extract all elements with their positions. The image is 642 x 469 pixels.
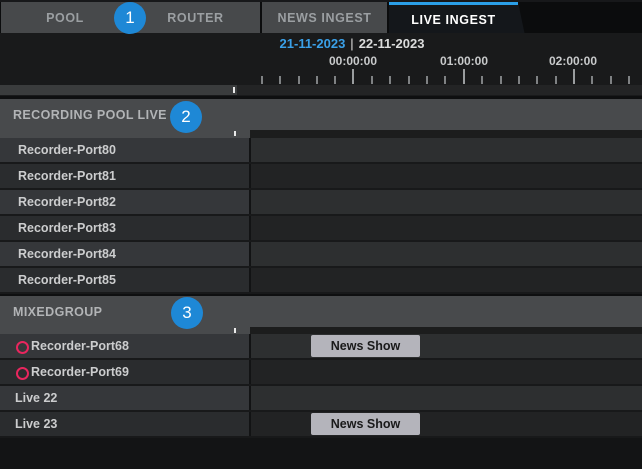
timeline-lane [251, 138, 642, 162]
group1-strip-track [250, 130, 642, 138]
timeline-lane [251, 190, 642, 214]
table-row: Recorder-Port80 [0, 138, 642, 164]
recorder-port85-cell[interactable]: Recorder-Port85 [0, 268, 249, 292]
group2-strip-track [250, 327, 642, 334]
recorder-port81-cell[interactable]: Recorder-Port81 [0, 164, 249, 188]
timeline-date-primary: 21-11-2023 [280, 36, 346, 51]
group1-resize-grip-icon[interactable] [234, 131, 236, 136]
recorder-port69-cell[interactable]: Recorder-Port69 [0, 360, 249, 384]
table-row: Recorder-Port81 [0, 164, 642, 190]
hour-label-01: 01:00:00 [440, 54, 488, 68]
table-row: Recorder-Port85 [0, 268, 642, 294]
live-ingest-window: POOL ROUTER NEWS INGEST LIVE INGEST 21-1… [0, 0, 642, 469]
recorder-port83-cell[interactable]: Recorder-Port83 [0, 216, 249, 240]
table-row: Live 23 News Show [0, 412, 642, 438]
group-title: RECORDING POOL LIVE 1 [13, 108, 178, 122]
hour-label-02: 02:00:00 [549, 54, 597, 68]
timeline-dates: 21-11-2023 | 22-11-2023 [280, 36, 425, 51]
scrollbar-grip-icon [233, 87, 235, 93]
recorder-port82-cell[interactable]: Recorder-Port82 [0, 190, 249, 214]
table-row: Recorder-Port69 [0, 360, 642, 386]
timeline-scrollbar [0, 85, 642, 95]
timeline-lane [251, 268, 642, 292]
recorder-port80-cell[interactable]: Recorder-Port80 [0, 138, 249, 162]
clip-news-show[interactable]: News Show [311, 335, 420, 357]
active-tab-label: LIVE INGEST [389, 5, 518, 34]
tab-news-ingest[interactable]: NEWS INGEST [262, 2, 387, 33]
annotation-badge-2: 2 [170, 101, 202, 133]
recorder-port84-cell[interactable]: Recorder-Port84 [0, 242, 249, 266]
timeline-date-separator: | [350, 36, 353, 51]
timeline-lane [251, 360, 642, 384]
clip-news-show[interactable]: News Show [311, 413, 420, 435]
timeline-lane [251, 412, 642, 436]
timeline-header: 21-11-2023 | 22-11-2023 00:00:00 01:00:0… [0, 33, 642, 96]
live-23-cell[interactable]: Live 23 [0, 412, 249, 436]
recording-ring-icon [16, 367, 29, 380]
group2-resize-grip-icon[interactable] [234, 328, 236, 333]
table-row: Recorder-Port84 [0, 242, 642, 268]
table-row: Recorder-Port68 News Show [0, 334, 642, 360]
timeline-lane [251, 334, 642, 358]
tab-router[interactable]: ROUTER [131, 2, 260, 33]
table-row: Live 22 [0, 386, 642, 412]
annotation-badge-3: 3 [171, 297, 203, 329]
group-title: MIXEDGROUP [13, 305, 102, 319]
group-header-recording-pool-live-1[interactable]: RECORDING POOL LIVE 1 [0, 99, 642, 130]
group2-strip [0, 327, 250, 334]
timeline-lane [251, 164, 642, 188]
annotation-badge-1: 1 [114, 2, 146, 34]
recording-ring-icon [16, 341, 29, 354]
recorder-port68-cell[interactable]: Recorder-Port68 [0, 334, 249, 358]
timeline-lane [251, 386, 642, 410]
timeline-lane [251, 216, 642, 240]
timeline-date-secondary: 22-11-2023 [359, 36, 425, 51]
tab-pool[interactable]: POOL [1, 2, 129, 33]
group1-strip [0, 130, 250, 138]
table-row: Recorder-Port83 [0, 216, 642, 242]
group-header-mixedgroup[interactable]: MIXEDGROUP [0, 296, 642, 327]
tab-bar: POOL ROUTER NEWS INGEST [0, 0, 642, 33]
timeline-scrollbar-handle[interactable] [0, 85, 237, 95]
bottom-filler [0, 438, 642, 469]
hour-label-00: 00:00:00 [329, 54, 377, 68]
live-22-cell[interactable]: Live 22 [0, 386, 249, 410]
table-row: Recorder-Port82 [0, 190, 642, 216]
timeline-lane [251, 242, 642, 266]
